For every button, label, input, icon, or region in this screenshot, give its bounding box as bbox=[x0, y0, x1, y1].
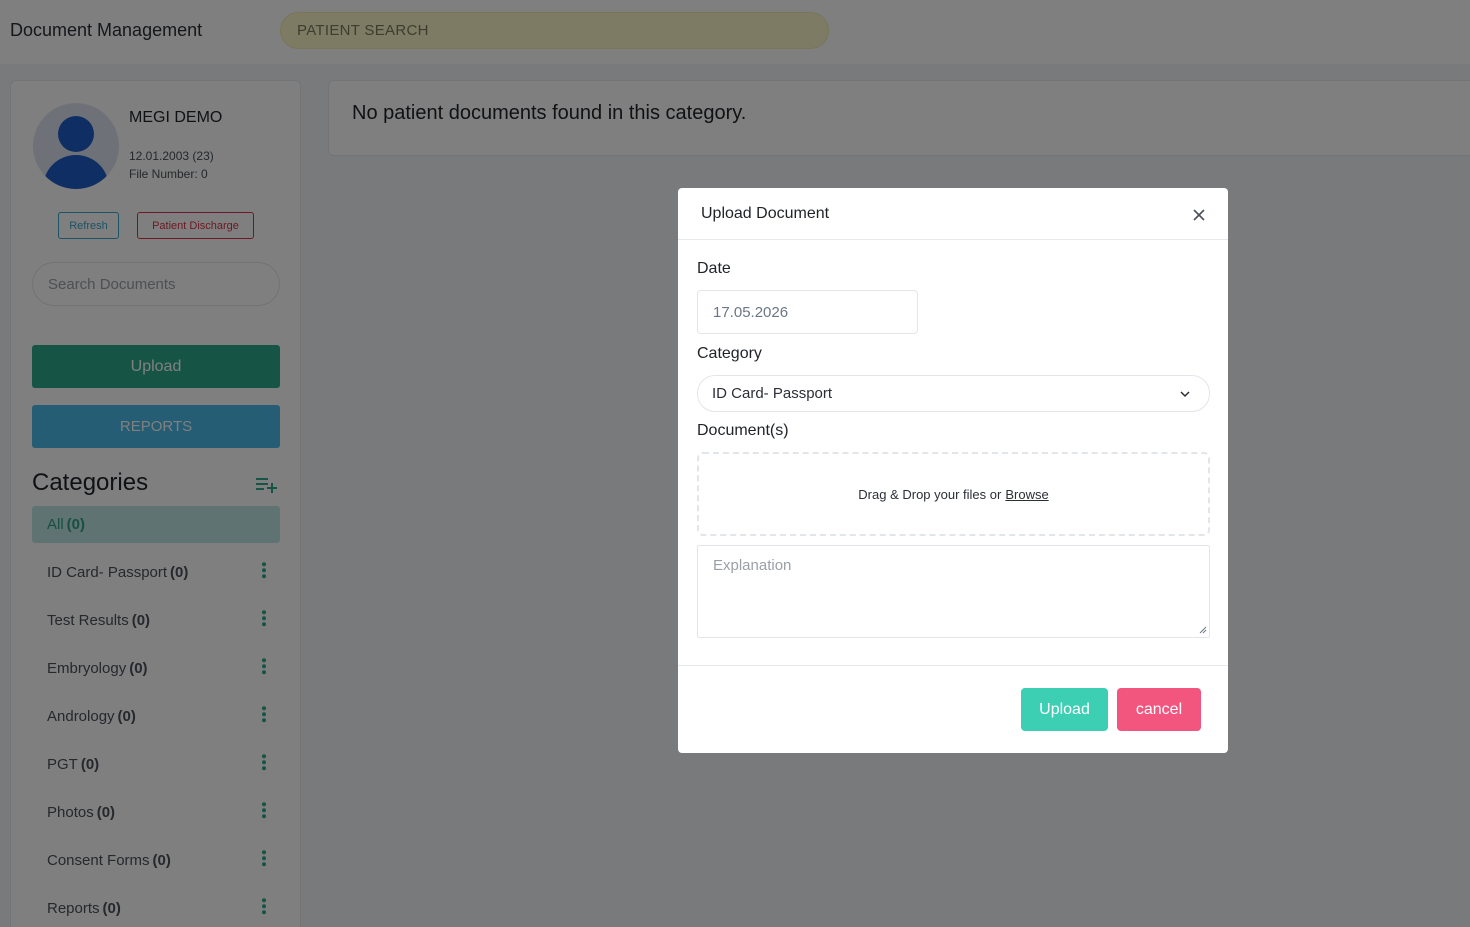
modal-upload-button[interactable]: Upload bbox=[1021, 688, 1108, 731]
date-field[interactable]: 17.05.2026 bbox=[697, 290, 918, 334]
modal-header: Upload Document bbox=[678, 188, 1228, 240]
chevron-down-icon bbox=[1180, 391, 1190, 398]
browse-link[interactable]: Browse bbox=[1005, 487, 1048, 502]
close-icon[interactable] bbox=[1191, 207, 1207, 223]
upload-document-modal: Upload Document Date 17.05.2026 Category… bbox=[678, 188, 1228, 753]
cancel-button[interactable]: cancel bbox=[1117, 688, 1201, 731]
documents-label: Document(s) bbox=[697, 422, 789, 439]
modal-footer: Upload cancel bbox=[678, 665, 1228, 753]
modal-title: Upload Document bbox=[701, 205, 830, 222]
file-dropzone[interactable]: Drag & Drop your files or Browse bbox=[697, 452, 1210, 536]
category-select[interactable]: ID Card- Passport bbox=[697, 375, 1210, 412]
resize-grip-icon[interactable] bbox=[1199, 626, 1207, 634]
category-label: Category bbox=[697, 345, 762, 362]
category-selected-value: ID Card- Passport bbox=[712, 385, 833, 402]
dropzone-text: Drag & Drop your files or bbox=[858, 486, 1002, 502]
date-label: Date bbox=[697, 260, 731, 277]
explanation-textarea[interactable]: Explanation bbox=[697, 545, 1210, 638]
